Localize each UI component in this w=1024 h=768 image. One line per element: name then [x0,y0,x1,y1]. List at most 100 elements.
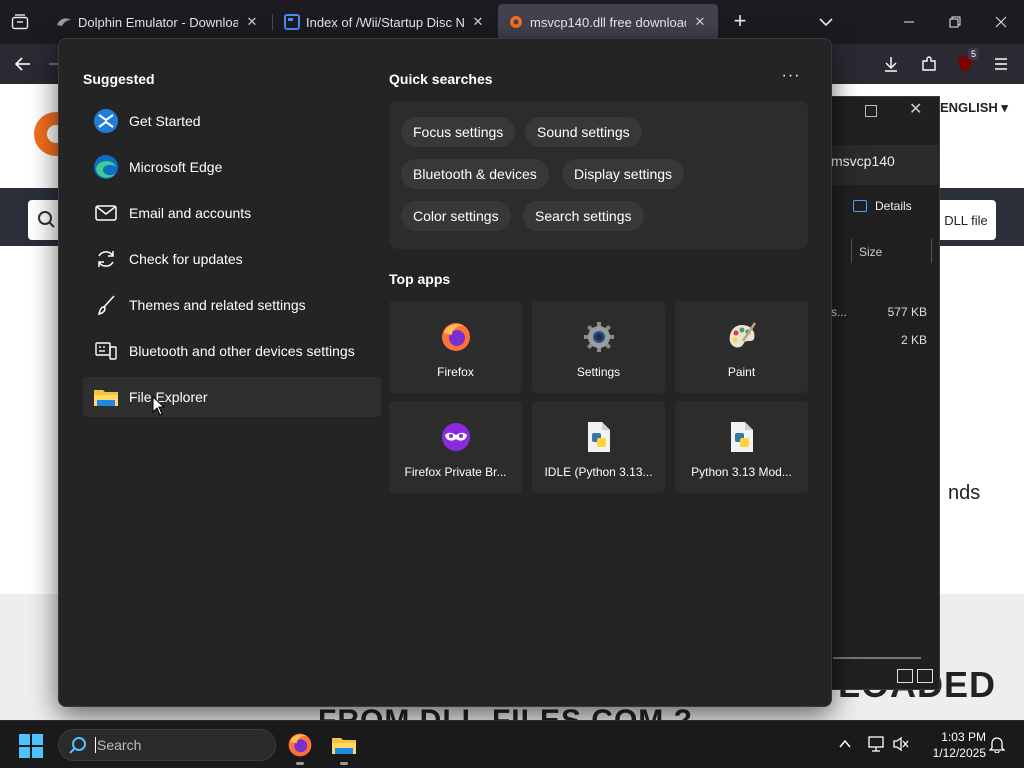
tab-overflow-button[interactable] [814,10,838,34]
size-column-header[interactable]: Size [859,245,882,259]
network-monitor-icon [868,736,884,752]
notifications-button[interactable] [986,733,1008,755]
quick-searches-heading: Quick searches [389,71,493,87]
details-view-toggle[interactable] [897,669,913,683]
restore-button[interactable] [932,0,978,44]
chip-label: Bluetooth & devices [413,166,537,182]
taskbar: Search 1:03 PM 1/12/2025 [0,720,1024,768]
quick-search-chip[interactable]: Search settings [523,201,644,231]
top-apps-heading: Top apps [389,271,451,287]
clock-time: 1:03 PM [941,730,986,744]
suggested-item-file-explorer[interactable]: File Explorer [83,377,381,417]
minimize-button[interactable] [886,0,932,44]
windows-logo-icon [19,734,43,758]
volume-tray-button[interactable] [890,733,912,755]
top-app-settings[interactable]: Settings [532,301,665,393]
chip-label: Search settings [535,208,632,224]
more-options-button[interactable]: ··· [779,68,803,89]
downloads-button[interactable] [876,50,906,78]
file-size: 577 KB [887,305,927,319]
suggested-item-themes[interactable]: Themes and related settings [83,285,381,325]
quick-search-chip[interactable]: Focus settings [401,117,516,147]
tab-close-icon[interactable]: ✕ [244,14,260,30]
get-started-icon [93,108,119,134]
taskbar-search-box[interactable]: Search [58,729,276,761]
suggested-item-get-started[interactable]: Get Started [83,101,381,141]
brush-icon [93,292,119,318]
app-label: IDLE (Python 3.13... [544,465,653,479]
firefox-icon [438,319,474,355]
explorer-search-box[interactable]: msvcp140 [821,145,939,185]
top-app-firefox-private[interactable]: Firefox Private Br... [389,401,522,493]
quick-searches-panel: Focus settings Sound settings Bluetooth … [389,101,808,249]
suggested-item-label: Themes and related settings [129,297,306,313]
file-row[interactable]: s... 577 KB [831,305,927,319]
top-app-idle-python[interactable]: IDLE (Python 3.13... [532,401,665,493]
taskbar-file-explorer[interactable] [326,727,362,765]
suggested-item-check-updates[interactable]: Check for updates [83,239,381,279]
quick-search-chip[interactable]: Sound settings [525,117,642,147]
network-tray-button[interactable] [866,733,888,755]
tab-index-wii[interactable]: Index of /Wii/Startup Disc NAN ✕ [274,4,496,40]
tab-title: msvcp140.dll free download | D [530,14,686,30]
chip-label: Focus settings [413,124,504,140]
list-all-tabs-button[interactable] [6,8,34,36]
app-label: Settings [576,365,621,379]
dll-file-label: DLL file [944,212,988,228]
top-app-paint[interactable]: Paint [675,301,808,393]
quick-search-chip[interactable]: Color settings [401,201,511,231]
explorer-maximize-button[interactable] [865,105,877,117]
tab-close-icon[interactable]: ✕ [692,14,708,30]
suggested-item-microsoft-edge[interactable]: Microsoft Edge [83,147,381,187]
close-window-button[interactable] [978,0,1024,44]
suggested-item-label: Microsoft Edge [129,159,223,175]
explorer-close-button[interactable]: ✕ [909,99,922,119]
details-pane-button[interactable]: Details [853,199,912,213]
extensions-button[interactable] [914,50,944,78]
tab-msvcp140[interactable]: msvcp140.dll free download | D ✕ [498,4,718,40]
language-selector[interactable]: ENGLISH ▾ [940,100,1008,116]
start-menu: Suggested Get Started Microsoft Edge Ema… [58,38,832,707]
start-button[interactable] [18,733,44,759]
new-tab-button[interactable]: + [728,10,752,34]
firefox-icon [288,733,312,757]
mouse-cursor-icon [152,396,166,416]
taskbar-firefox[interactable] [282,727,318,765]
horizontal-scrollbar[interactable] [833,657,921,659]
mail-icon [93,200,119,226]
tiles-view-toggle[interactable] [917,669,933,683]
chip-label: Color settings [413,208,499,224]
folder-icon [332,738,356,754]
devices-icon [93,338,119,364]
tab-close-icon[interactable]: ✕ [470,14,486,30]
chip-label: Display settings [574,166,673,182]
firefox-private-icon [438,419,474,455]
edge-icon [93,154,119,180]
suggested-item-email-accounts[interactable]: Email and accounts [83,193,381,233]
download-icon [885,57,897,72]
hamburger-menu-icon [995,58,1007,70]
top-app-firefox[interactable]: Firefox [389,301,522,393]
clock-area[interactable]: 1:03 PM 1/12/2025 [916,729,986,761]
tab-separator [272,14,273,30]
taskbar-search-placeholder: Search [97,737,142,753]
dll-file-button[interactable]: DLL file [936,200,996,240]
tab-dolphin[interactable]: Dolphin Emulator - Download ✕ [46,4,270,40]
close-icon [995,16,1007,28]
back-button[interactable] [8,50,38,78]
dll-files-favicon-icon [510,16,522,28]
quick-search-chip[interactable]: Bluetooth & devices [401,159,549,189]
tab-title: Index of /Wii/Startup Disc NAN [306,14,464,30]
tab-title: Dolphin Emulator - Download [78,14,238,30]
suggested-item-bluetooth-devices[interactable]: Bluetooth and other devices settings [83,331,381,371]
ublock-origin-button[interactable]: 5 [950,48,980,78]
page-heading-fragment: nds [948,482,981,504]
settings-gear-icon [581,319,617,355]
quick-search-chip[interactable]: Display settings [562,159,685,189]
app-menu-button[interactable] [986,50,1016,78]
top-app-python-module[interactable]: Python 3.13 Mod... [675,401,808,493]
app-label: Python 3.13 Mod... [691,465,792,479]
extension-badge: 5 [968,48,980,60]
show-hidden-icons-button[interactable] [834,733,856,755]
minimize-icon [904,21,914,23]
